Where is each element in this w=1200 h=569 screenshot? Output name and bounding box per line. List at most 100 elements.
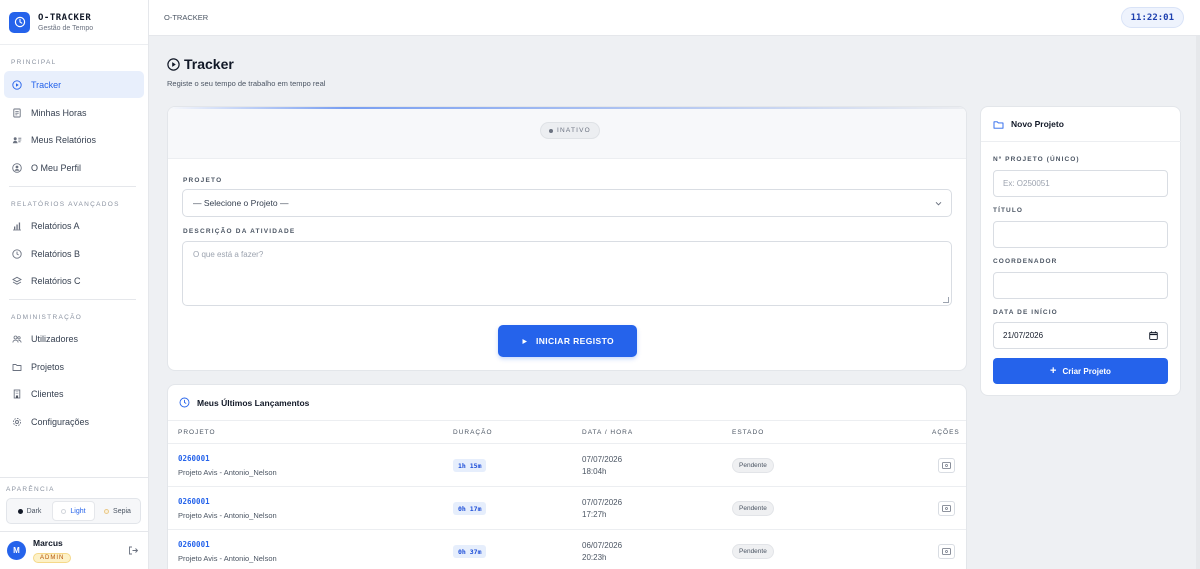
status-text: INATIVO: [557, 127, 591, 134]
sidebar-item-tracker[interactable]: Tracker: [4, 71, 144, 98]
description-placeholder: O que está a fazer?: [193, 250, 264, 259]
entry-date: 07/07/2026: [582, 455, 623, 464]
calendar-icon[interactable]: [1149, 331, 1158, 340]
state-badge: Pendente: [732, 544, 774, 559]
duration-badge: 0h 17m: [453, 502, 487, 515]
sidebar-item-projetos[interactable]: Projetos: [4, 353, 144, 380]
sidebar-item-relatorios-c[interactable]: Relatórios C: [4, 267, 144, 294]
project-select[interactable]: — Selecione o Projeto —: [182, 189, 952, 217]
sepia-dot-icon: [104, 508, 110, 514]
page-title: Tracker: [167, 56, 234, 72]
sidebar-divider: [9, 299, 136, 300]
table-row[interactable]: 0260001 Projeto Avis - Antonio_Nelson 1h…: [168, 444, 966, 487]
recent-entries-card: Meus Últimos Lançamentos PROJETO DURAÇÃO…: [167, 384, 967, 569]
play-circle-icon: [12, 79, 22, 90]
user-profile: M Marcus ADMIN: [0, 531, 148, 569]
start-date-value: 21/07/2026: [1003, 331, 1044, 340]
coordinator-label: COORDENADOR: [993, 258, 1058, 265]
coordinator-input[interactable]: [993, 272, 1168, 299]
theme-sepia-label: Sepia: [113, 507, 131, 515]
start-tracking-button[interactable]: INICIAR REGISTO: [498, 325, 637, 357]
description-label: DESCRIÇÃO DA ATIVIDADE: [183, 228, 296, 235]
user-name: Marcus: [33, 538, 63, 548]
building-icon: [12, 389, 22, 399]
theme-light-label: Light: [70, 507, 86, 515]
brand[interactable]: O-TRACKER Gestão de Tempo: [0, 0, 148, 45]
status-badge: INATIVO: [540, 122, 600, 139]
view-entry-button[interactable]: [938, 544, 955, 559]
folder-plus-icon: [993, 119, 1004, 130]
light-dot-icon: [61, 508, 67, 514]
sidebar-item-utilizadores[interactable]: Utilizadores: [4, 325, 144, 352]
section-aparencia: APARÊNCIA: [6, 486, 55, 493]
status-dot-icon: [549, 128, 553, 133]
avatar[interactable]: M: [7, 541, 26, 560]
project-number-label: Nº PROJETO (ÚNICO): [993, 156, 1080, 163]
start-date-input[interactable]: 21/07/2026: [993, 322, 1168, 349]
entry-time: 17:27h: [582, 510, 607, 519]
role-badge: ADMIN: [33, 553, 72, 563]
project-name: Projeto Avis - Antonio_Nelson: [178, 511, 277, 520]
column-header: PROJETO: [178, 429, 216, 436]
project-code-link[interactable]: 0260001: [178, 540, 210, 549]
table-row[interactable]: 0260001 Projeto Avis - Antonio_Nelson 0h…: [168, 487, 966, 530]
entry-time: 18:04h: [582, 467, 607, 476]
sidebar: O-TRACKER Gestão de Tempo PRINCIPAL Trac…: [0, 0, 149, 569]
sidebar-item-minhas-horas[interactable]: Minhas Horas: [4, 99, 144, 126]
project-code-link[interactable]: 0260001: [178, 497, 210, 506]
receipt-icon: [942, 462, 951, 469]
entry-time: 20:23h: [582, 553, 607, 562]
sidebar-item-label: Projetos: [31, 361, 65, 372]
sidebar-item-o-meu-perfil[interactable]: O Meu Perfil: [4, 154, 144, 181]
view-entry-button[interactable]: [938, 458, 955, 473]
column-header: AÇÕES: [932, 429, 960, 436]
create-project-button[interactable]: + Criar Projeto: [993, 358, 1168, 384]
sidebar-item-configuracoes[interactable]: Configurações: [4, 408, 144, 435]
state-badge: Pendente: [732, 458, 774, 473]
sidebar-item-label: Relatórios A: [31, 220, 80, 231]
sidebar-item-clientes[interactable]: Clientes: [4, 380, 144, 407]
project-number-input[interactable]: Ex: O250051: [993, 170, 1168, 197]
receipt-icon: [942, 505, 951, 512]
theme-dark-label: Dark: [26, 507, 42, 515]
receipt-icon: [942, 548, 951, 555]
users-icon: [12, 334, 22, 344]
new-project-header: Novo Projeto: [981, 107, 1182, 142]
app-subtitle: Gestão de Tempo: [38, 24, 94, 32]
theme-light-option[interactable]: Light: [52, 501, 95, 521]
sidebar-divider: [0, 477, 148, 478]
start-date-label: DATA DE INÍCIO: [993, 309, 1058, 316]
theme-dark-option[interactable]: Dark: [9, 501, 50, 521]
dark-dot-icon: [17, 508, 23, 514]
table-row[interactable]: 0260001 Projeto Avis - Antonio_Nelson 0h…: [168, 530, 966, 569]
theme-sepia-option[interactable]: Sepia: [97, 501, 138, 521]
page-scrollbar[interactable]: [1196, 36, 1200, 569]
project-label: PROJETO: [183, 177, 223, 184]
sidebar-item-label: Relatórios C: [31, 275, 81, 286]
sidebar-item-relatorios-b[interactable]: Relatórios B: [4, 240, 144, 267]
plus-icon: +: [1050, 364, 1057, 377]
view-entry-button[interactable]: [938, 501, 955, 516]
description-textarea[interactable]: O que está a fazer?: [182, 241, 952, 306]
logout-icon[interactable]: [128, 545, 139, 559]
sidebar-item-label: Minhas Horas: [31, 107, 87, 118]
state-badge: Pendente: [732, 501, 774, 516]
entry-datetime: 07/07/2026 18:04h: [582, 454, 622, 478]
entry-date: 06/07/2026: [582, 541, 623, 550]
project-title-input[interactable]: [993, 221, 1168, 248]
sidebar-item-meus-relatorios[interactable]: Meus Relatórios: [4, 126, 144, 153]
project-select-value: — Selecione o Projeto —: [193, 198, 289, 208]
create-project-label: Criar Projeto: [1062, 366, 1111, 376]
tracker-card: INATIVO PROJETO — Selecione o Projeto — …: [167, 106, 967, 371]
play-icon: [521, 338, 528, 345]
column-header: DATA / HORA: [582, 429, 634, 436]
duration-badge: 1h 15m: [453, 459, 487, 472]
project-code-link[interactable]: 0260001: [178, 454, 210, 463]
layers-icon: [12, 276, 22, 286]
sidebar-item-relatorios-a[interactable]: Relatórios A: [4, 212, 144, 239]
resize-handle-icon[interactable]: [943, 297, 949, 303]
new-project-title: Novo Projeto: [1011, 119, 1064, 129]
top-bar: O-TRACKER 11:22:01: [149, 0, 1200, 36]
recent-entries-title: Meus Últimos Lançamentos: [197, 397, 310, 408]
clock-icon: [179, 397, 190, 408]
